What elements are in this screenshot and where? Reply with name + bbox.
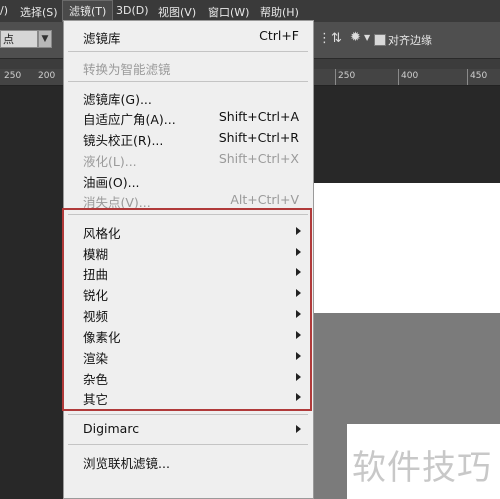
ruler-mark [335,69,336,85]
filter-dropdown-menu: 滤镜库 Ctrl+F 转换为智能滤镜 滤镜库(G)... 自适应广角(A)...… [63,20,314,499]
submenu-arrow-icon [296,310,301,318]
submenu-arrow-icon [296,352,301,360]
submenu-arrow-icon [296,268,301,276]
gear-icon[interactable]: ✹ [350,30,361,45]
menu-separator [68,214,308,215]
menu-separator [68,444,308,445]
submenu-arrow-icon [296,393,301,401]
preset-select[interactable]: 点 [0,30,38,48]
menu-item-video[interactable]: 视频 [64,304,313,324]
ruler-tick: 450 [470,71,488,81]
align-edges-checkbox[interactable] [374,34,386,46]
menu-item-filter-gallery-last[interactable]: 滤镜库 Ctrl+F [64,26,313,46]
ruler-mark [398,69,399,85]
chevron-down-icon[interactable]: ▼ [38,30,52,48]
menu-item-lens-correction[interactable]: 镜头校正(R)... Shift+Ctrl+R [64,128,313,148]
submenu-arrow-icon [296,425,301,433]
submenu-arrow-icon [296,331,301,339]
menu-bar: /) 选择(S) 滤镜(T) 3D(D) 视图(V) 窗口(W) 帮助(H) [0,0,500,22]
submenu-arrow-icon [296,373,301,381]
menu-item-noise[interactable]: 杂色 [64,367,313,387]
chevron-down-icon[interactable]: ▼ [364,33,370,42]
ruler-tick: 250 [338,71,356,81]
menu-item-render[interactable]: 渲染 [64,346,313,366]
menu-view[interactable]: 视图(V) [158,4,196,20]
watermark-text: 软件技巧 [352,448,492,488]
menu-item-vanishing-point[interactable]: 消失点(V)... Alt+Ctrl+V [64,190,313,210]
menu-separator [68,414,308,415]
menu-item-other[interactable]: 其它 [64,387,313,407]
align-edges-label: 对齐边缘 [388,34,432,47]
menu-item-browse-online-filters[interactable]: 浏览联机滤镜... [64,451,313,471]
menu-window[interactable]: 窗口(W) [208,4,249,20]
submenu-arrow-icon [296,227,301,235]
menu-item-filter-gallery[interactable]: 滤镜库(G)... [64,87,313,107]
menu-item-blur[interactable]: 模糊 [64,242,313,262]
submenu-arrow-icon [296,289,301,297]
menu-select[interactable]: 选择(S) [20,4,58,20]
menu-separator [68,51,308,52]
ruler-tick: 250 [4,71,22,81]
menu-item-stylize[interactable]: 风格化 [64,221,313,241]
menu-help[interactable]: 帮助(H) [260,4,299,20]
ruler-mark [467,69,468,85]
menu-item-convert-smart-filter[interactable]: 转换为智能滤镜 [64,57,313,77]
menu-separator [68,81,308,82]
ruler-tick: 200 [38,71,56,81]
document-canvas[interactable] [310,183,500,313]
menu-item-digimarc[interactable]: Digimarc [64,419,313,439]
menu-item-liquify[interactable]: 液化(L)... Shift+Ctrl+X [64,149,313,169]
menu-item-sharpen[interactable]: 锐化 [64,283,313,303]
menu-item-pixelate[interactable]: 像素化 [64,325,313,345]
menu-item-distort[interactable]: 扭曲 [64,262,313,282]
menu-3d[interactable]: 3D(D) [116,4,149,17]
layer-arrange-icon[interactable]: ⋮⇅ [318,31,342,46]
submenu-arrow-icon [296,248,301,256]
menu-item-adaptive-wide-angle[interactable]: 自适应广角(A)... Shift+Ctrl+A [64,107,313,127]
menu-item-oil-paint[interactable]: 油画(O)... [64,170,313,190]
ruler-tick: 400 [401,71,419,81]
menu-filter[interactable]: 滤镜(T) [62,0,114,22]
menu-partial[interactable]: /) [0,4,8,17]
